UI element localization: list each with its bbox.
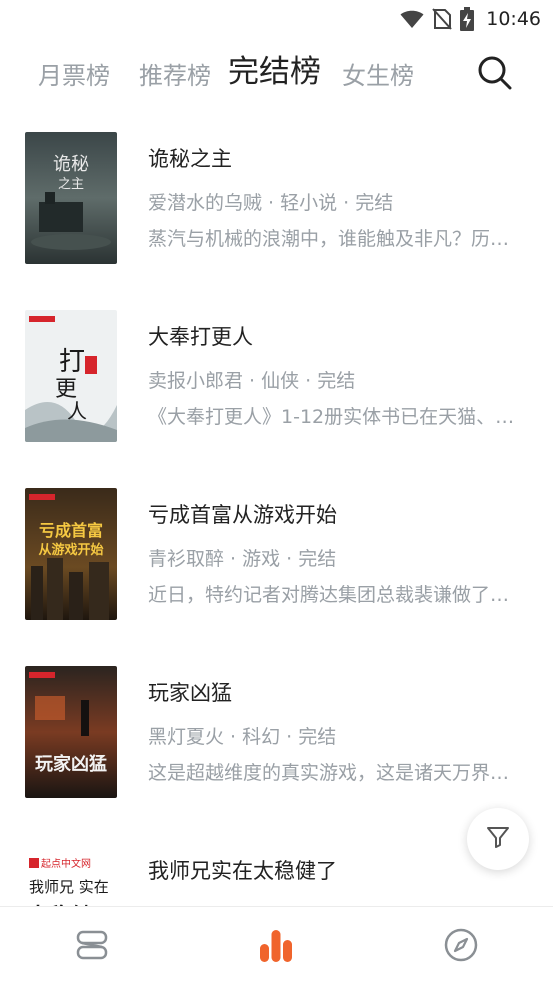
tab-completed[interactable]: 完结榜 (228, 42, 321, 106)
book-title[interactable]: 玩家凶猛 (148, 677, 232, 707)
discover-compass-icon (443, 927, 479, 967)
svg-text:从游戏开始: 从游戏开始 (38, 542, 103, 558)
book-title[interactable]: 大奉打更人 (148, 321, 253, 351)
svg-text:起点中文网: 起点中文网 (41, 857, 91, 870)
book-description: 蒸汽与机械的浪潮中，谁能触及非凡？历史和黑暗的迷雾里 (148, 228, 526, 250)
tab-recommend[interactable]: 推荐榜 (139, 42, 211, 106)
book-title[interactable]: 我师兄实在太稳健了 (148, 855, 337, 885)
search-button[interactable] (474, 52, 514, 92)
book-cover[interactable]: 诡秘 之主 (25, 132, 117, 264)
list-item[interactable]: 诡秘 之主 诡秘之主 爱潜水的乌贼 · 轻小说 · 完结 蒸汽与机械的浪潮中，谁… (0, 110, 553, 288)
status-time: 10:46 (486, 8, 541, 30)
tab-female[interactable]: 女生榜 (342, 42, 414, 106)
nav-bookshelf[interactable] (72, 927, 112, 967)
book-list: 诡秘 之主 诡秘之主 爱潜水的乌贼 · 轻小说 · 完结 蒸汽与机械的浪潮中，谁… (0, 110, 553, 906)
svg-text:打: 打 (59, 347, 85, 377)
book-cover[interactable]: 亏成首富 从游戏开始 (25, 488, 117, 620)
no-sim-icon (432, 8, 452, 30)
book-meta: 爱潜水的乌贼 · 轻小说 · 完结 (148, 192, 394, 214)
nav-discover[interactable] (441, 927, 481, 967)
book-title[interactable]: 诡秘之主 (148, 143, 232, 173)
battery-charging-icon (460, 7, 475, 31)
rank-icon (258, 928, 294, 966)
list-item[interactable]: 亏成首富 从游戏开始 亏成首富从游戏开始 青衫取醉 · 游戏 · 完结 近日，特… (0, 466, 553, 644)
book-meta: 卖报小郎君 · 仙侠 · 完结 (148, 370, 356, 392)
book-cover[interactable]: 打 更 人 (25, 310, 117, 442)
svg-text:之主: 之主 (58, 177, 84, 192)
nav-rank[interactable] (256, 927, 296, 967)
bottom-nav (0, 906, 553, 983)
wifi-icon (400, 9, 424, 29)
book-cover[interactable]: 玩家凶猛 (25, 666, 117, 798)
book-cover[interactable]: 起点中文网 我师兄 实在 太稳健了 (25, 844, 117, 906)
list-item[interactable]: 玩家凶猛 玩家凶猛 黑灯夏火 · 科幻 · 完结 这是超越维度的真实游戏，这是诸… (0, 644, 553, 822)
svg-text:玩家凶猛: 玩家凶猛 (35, 753, 107, 775)
filter-icon (485, 824, 511, 854)
search-icon (474, 56, 514, 96)
filter-button[interactable] (467, 808, 529, 870)
book-description: 近日，特约记者对腾达集团总裁裴谦做了专访 (148, 584, 526, 606)
tab-monthly-ticket[interactable]: 月票榜 (38, 42, 110, 106)
rank-tabs: 月票榜 推荐榜 完结榜 女生榜 (0, 42, 553, 106)
svg-text:人: 人 (67, 399, 87, 423)
book-meta: 青衫取醉 · 游戏 · 完结 (148, 548, 337, 570)
book-title[interactable]: 亏成首富从游戏开始 (148, 499, 337, 529)
svg-text:亏成首富: 亏成首富 (39, 521, 103, 540)
status-bar: 10:46 (0, 0, 553, 38)
book-description: 这是超越维度的真实游戏，这是诸天万界的冒险 (148, 762, 526, 784)
svg-text:我师兄 实在: 我师兄 实在 (29, 878, 109, 896)
svg-text:诡秘: 诡秘 (53, 154, 89, 175)
bookshelf-icon (74, 929, 110, 965)
book-description: 《大奉打更人》1-12册实体书已在天猫、京东等平台上架 (148, 406, 526, 428)
list-item[interactable]: 打 更 人 大奉打更人 卖报小郎君 · 仙侠 · 完结 《大奉打更人》1-12册… (0, 288, 553, 466)
book-meta: 黑灯夏火 · 科幻 · 完结 (148, 726, 337, 748)
